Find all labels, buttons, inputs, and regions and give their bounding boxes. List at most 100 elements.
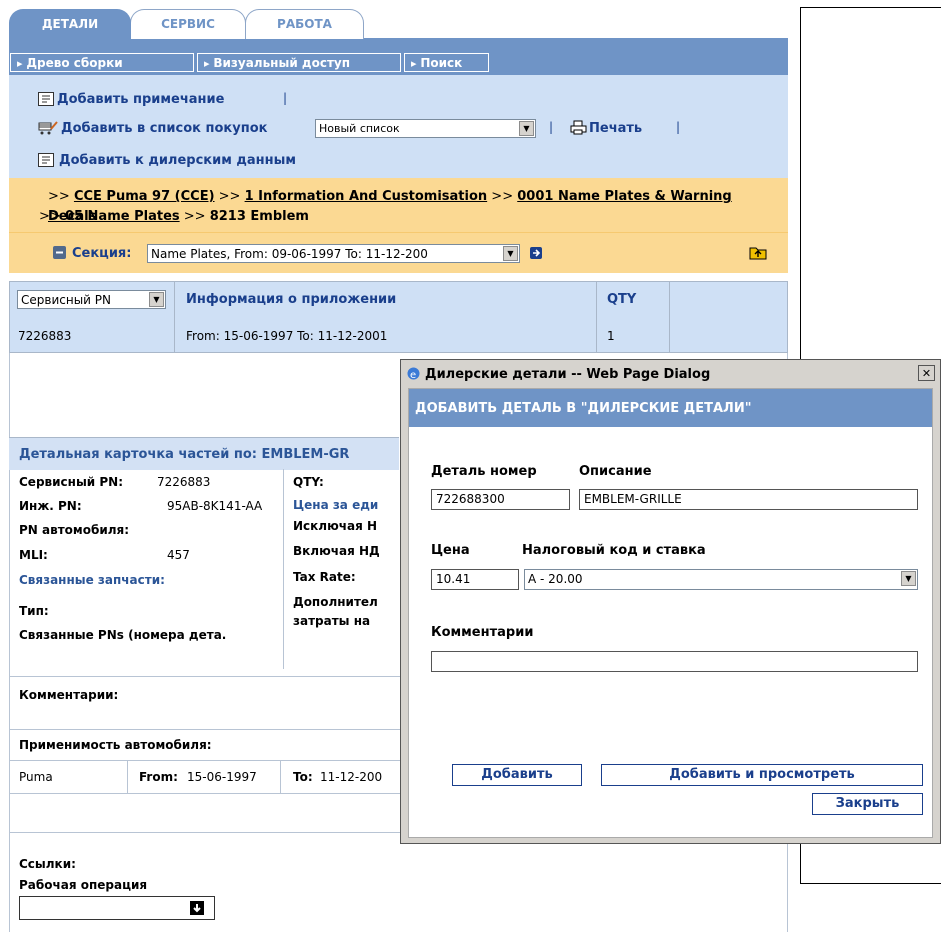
folder-up-icon[interactable] (749, 245, 767, 260)
search-button[interactable]: Поиск (404, 53, 489, 72)
breadcrumb-sep: >> (218, 189, 241, 204)
tax-code-value: A - 20.00 (528, 572, 583, 586)
mli-value: 457 (167, 548, 190, 562)
work-operation-field[interactable] (19, 896, 215, 920)
toolbar: Древо сборки Визуальный доступ Поиск (9, 38, 788, 75)
print-link[interactable]: Печать (589, 121, 642, 136)
add-and-view-button[interactable]: Добавить и просмотреть (601, 764, 923, 786)
tab-details[interactable]: ДЕТАЛИ (9, 9, 131, 39)
eng-pn-label: Инж. PN: (19, 499, 82, 513)
related-parts-link[interactable]: Связанные запчасти: (19, 573, 165, 587)
from-label: From: (139, 770, 178, 784)
header-application-info: Информация о приложении (186, 292, 397, 307)
chevron-down-icon[interactable]: ▼ (503, 246, 518, 261)
add-dealer-data-link[interactable]: Добавить к дилерским данным (59, 153, 296, 168)
tab-service[interactable]: СЕРВИС (130, 9, 246, 39)
dialog-titlebar: e Дилерские детали -- Web Page Dialog ✕ (403, 362, 938, 386)
tax-rate-label: Tax Rate: (293, 570, 356, 584)
minus-icon[interactable] (53, 246, 66, 259)
breadcrumb-item-info[interactable]: 1 Information And Customisation (245, 189, 488, 204)
close-icon[interactable]: ✕ (918, 365, 935, 381)
applicability-model: Puma (19, 770, 53, 784)
description-label: Описание (579, 464, 652, 479)
add-button[interactable]: Добавить (452, 764, 582, 786)
comments-label: Комментарии: (19, 688, 119, 702)
note-icon (38, 92, 54, 106)
cell-application-info: From: 15-06-1997 To: 11-12-2001 (186, 329, 388, 343)
breadcrumb-sep: >> (39, 209, 61, 224)
chevron-down-icon[interactable]: ▼ (901, 571, 916, 586)
separator: | (676, 120, 681, 134)
links-label: Ссылки: (19, 857, 76, 871)
dialog-body: ДОБАВИТЬ ДЕТАЛЬ В "ДИЛЕРСКИЕ ДЕТАЛИ" Дет… (408, 388, 933, 838)
actions-panel: Добавить примечание | Добавить в список … (9, 75, 788, 178)
pn-type-value: Сервисный PN (21, 293, 111, 307)
separator: | (283, 91, 288, 105)
comments-label: Комментарии (431, 625, 534, 640)
incl-vat-label: Включая НД (293, 544, 380, 558)
to-label: To: (293, 770, 313, 784)
breadcrumb-sep: >> (183, 209, 206, 224)
part-card-header: Детальная карточка частей по: EMBLEM-GR (9, 437, 399, 470)
breadcrumb: >> CCE Puma 97 (CCE) >> 1 Information An… (9, 178, 788, 232)
visual-access-button[interactable]: Визуальный доступ (197, 53, 401, 72)
breadcrumb-sep: >> (48, 189, 70, 204)
tab-work[interactable]: РАБОТА (245, 9, 364, 39)
part-number-label: Деталь номер (431, 464, 537, 479)
breadcrumb-item-model[interactable]: CCE Puma 97 (CCE) (74, 189, 215, 204)
section-bar: Секция: Name Plates, From: 09-06-1997 To… (9, 232, 788, 273)
pn-type-select[interactable]: Сервисный PN ▼ (17, 290, 166, 309)
type-label: Тип: (19, 604, 49, 618)
chevron-down-icon[interactable]: ▼ (519, 121, 534, 136)
dealer-parts-dialog: e Дилерские детали -- Web Page Dialog ✕ … (400, 359, 941, 844)
price-field[interactable]: 10.41 (431, 569, 519, 590)
dialog-heading: ДОБАВИТЬ ДЕТАЛЬ В "ДИЛЕРСКИЕ ДЕТАЛИ" (415, 401, 752, 416)
to-value: 11-12-200 (320, 770, 383, 784)
header-qty: QTY (607, 292, 637, 307)
eng-pn-value: 95AB-8K141-AA (167, 499, 263, 513)
tax-code-select[interactable]: A - 20.00 ▼ (524, 569, 918, 590)
printer-icon (570, 120, 587, 135)
comments-field[interactable] (431, 651, 918, 672)
expand-down-icon[interactable] (190, 901, 204, 915)
table-row (10, 318, 787, 352)
cell-qty: 1 (607, 329, 615, 343)
part-card: Сервисный PN: 7226883 Инж. PN: 95AB-8K14… (9, 469, 400, 669)
related-pns-label: Связанные PNs (номера дета. (19, 628, 227, 642)
chevron-down-icon[interactable]: ▼ (149, 292, 164, 307)
section-value: Name Plates, From: 09-06-1997 To: 11-12-… (151, 247, 428, 261)
add-to-cart-link[interactable]: Добавить в список покупок (61, 121, 267, 136)
shopping-list-value: Новый список (319, 122, 400, 135)
separator: | (549, 120, 554, 134)
close-button[interactable]: Закрыть (812, 793, 923, 815)
go-arrow-icon[interactable] (530, 247, 542, 259)
price-label: Цена за еди (293, 498, 379, 512)
parts-table: Сервисный PN ▼ Информация о приложении Q… (9, 281, 788, 353)
add-note-link[interactable]: Добавить примечание (57, 92, 224, 107)
section-select[interactable]: Name Plates, From: 09-06-1997 To: 11-12-… (147, 244, 520, 263)
breadcrumb-sep: >> (491, 189, 514, 204)
part-card-title: Детальная карточка частей по: EMBLEM-GR (19, 447, 350, 462)
excl-vat-label: Исключая Н (293, 519, 378, 533)
breadcrumb-item-name-plates[interactable]: 05 Name Plates (65, 209, 180, 224)
breadcrumb-current: 8213 Emblem (209, 209, 309, 224)
extra-costs-label: Дополнител (293, 595, 378, 609)
part-number-field[interactable]: 722688300 (431, 489, 570, 510)
from-value: 15-06-1997 (187, 770, 257, 784)
service-pn-value: 7226883 (157, 475, 211, 489)
cell-service-pn[interactable]: 7226883 (18, 329, 71, 343)
description-field[interactable]: EMBLEM-GRILLE (579, 489, 918, 510)
assembly-tree-button[interactable]: Древо сборки (10, 53, 194, 72)
tax-code-label: Налоговый код и ставка (522, 543, 706, 558)
work-operation-label: Рабочая операция (19, 878, 148, 892)
shopping-list-select[interactable]: Новый список ▼ (315, 119, 536, 138)
price-label: Цена (431, 543, 470, 558)
dialog-title: Дилерские детали -- Web Page Dialog (425, 367, 711, 382)
applicability-label: Применимость автомобиля: (19, 738, 212, 752)
dealer-data-icon (38, 153, 54, 167)
section-label: Секция: (72, 246, 132, 261)
extra-costs-label-2: затраты на (293, 614, 371, 628)
cart-icon (38, 120, 58, 135)
ie-icon: e (406, 366, 421, 381)
qty-label: QTY: (293, 475, 324, 489)
